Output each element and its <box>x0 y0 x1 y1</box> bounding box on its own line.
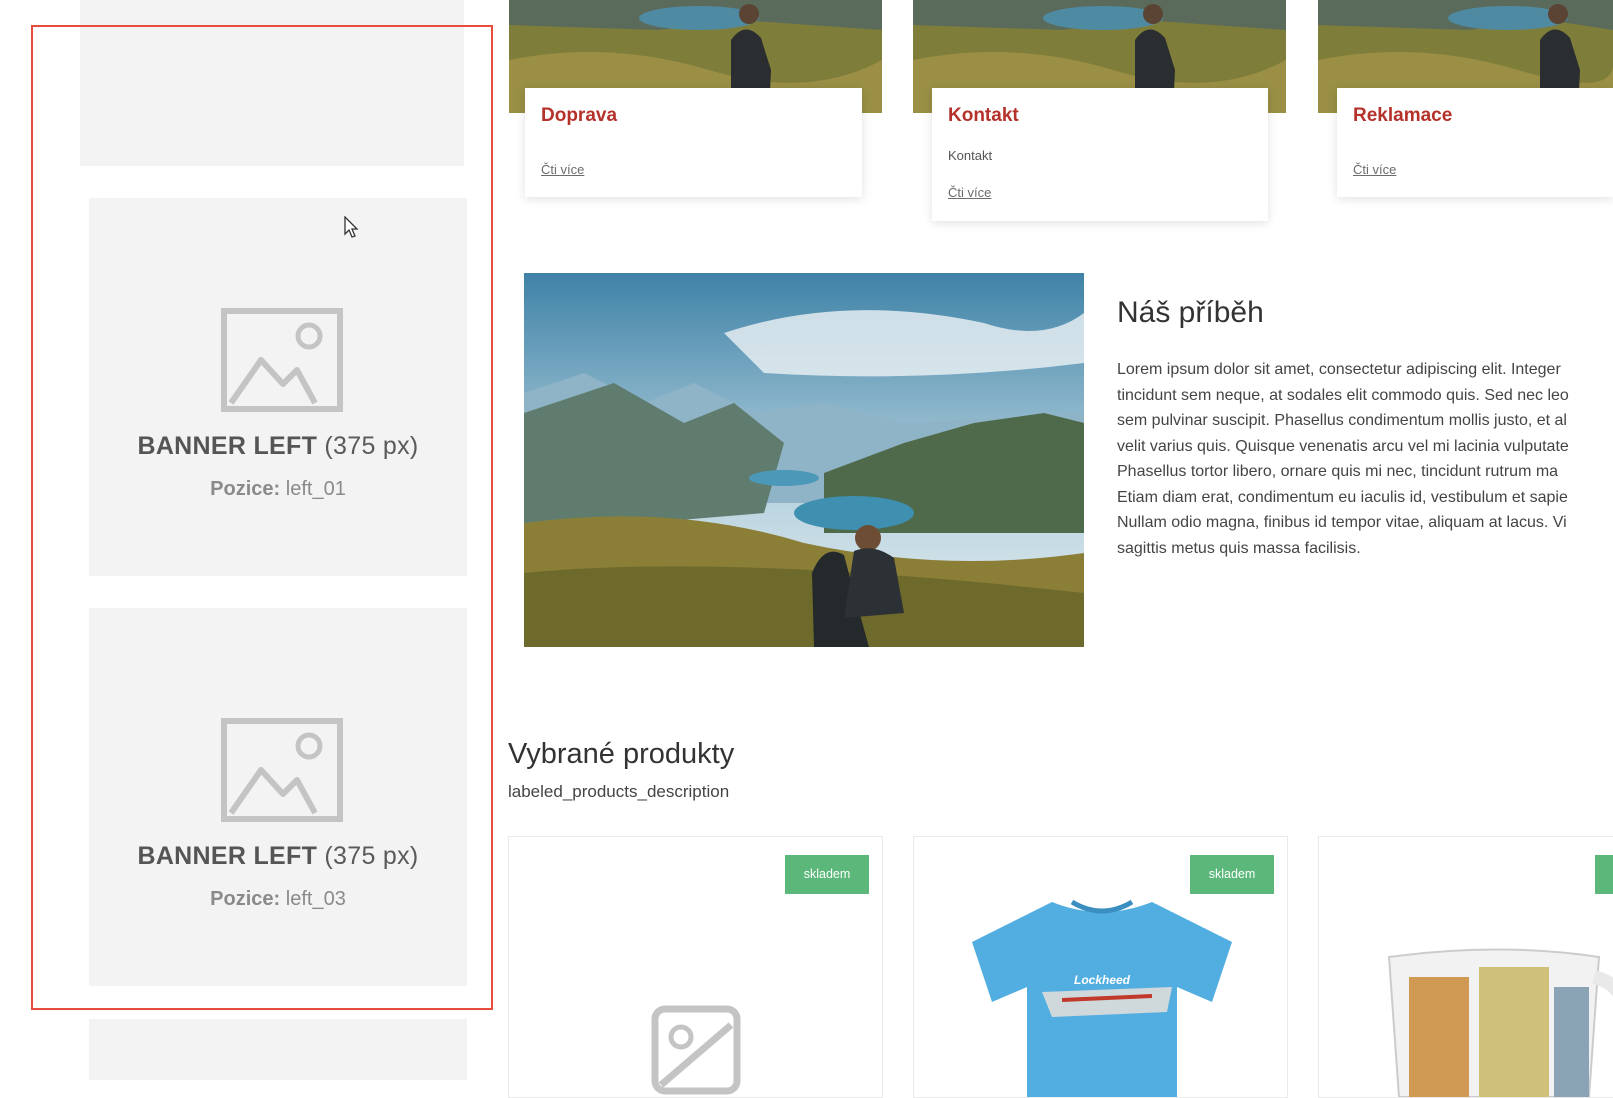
stock-badge: skladem <box>1190 855 1274 894</box>
card-title[interactable]: Reklamace <box>1353 105 1452 127</box>
read-more-link[interactable]: Čti více <box>541 162 584 177</box>
story-image <box>524 273 1084 647</box>
story-line: sagittis metus quis massa facilisis. <box>1117 539 1361 557</box>
product-card[interactable]: skladem <box>508 836 883 1098</box>
card-title[interactable]: Kontakt <box>948 105 1019 127</box>
story-line: Lorem ipsum dolor sit amet, consectetur … <box>1117 361 1561 378</box>
mug-product-image <box>1387 948 1613 1097</box>
info-card-reklamace[interactable]: Reklamace Čti více <box>1337 88 1613 197</box>
story-line: Nullam odio magna, finibus id tempor vit… <box>1117 514 1567 531</box>
product-card[interactable] <box>1318 836 1613 1098</box>
banner-bottom-partial[interactable] <box>89 1019 467 1080</box>
card-title[interactable]: Doprava <box>541 105 617 127</box>
selection-highlight-frame <box>31 25 493 1010</box>
read-more-link[interactable]: Čti více <box>948 185 991 200</box>
story-line: velit varius quis. Quisque venenatis arc… <box>1117 437 1569 455</box>
info-card-doprava[interactable]: Doprava Čti více <box>525 88 862 197</box>
product-card[interactable]: skladem Lockheed <box>913 836 1288 1098</box>
stock-badge <box>1595 855 1613 894</box>
info-card-kontakt[interactable]: Kontakt Kontakt Čti více <box>932 88 1268 221</box>
mouse-pointer-icon <box>344 216 359 238</box>
story-line: Phasellus tortor libero, ornare quis mi … <box>1117 463 1559 480</box>
tshirt-product-image: Lockheed <box>972 899 1232 1097</box>
image-placeholder-icon <box>651 1005 741 1095</box>
story-line: Etiam diam erat, condimentum eu iaculis … <box>1117 488 1568 506</box>
card-subtitle: Kontakt <box>948 148 993 163</box>
stock-badge: skladem <box>785 855 869 894</box>
svg-text:Lockheed: Lockheed <box>1074 973 1131 987</box>
story-line: tincidunt sem neque, at sodales elit com… <box>1117 386 1569 404</box>
story-text: Lorem ipsum dolor sit amet, consectetur … <box>1117 357 1613 561</box>
read-more-link[interactable]: Čti více <box>1353 162 1396 177</box>
products-section-title: Vybrané produkty <box>508 738 735 770</box>
story-line: sem pulvinar suscipit. Phasellus condime… <box>1117 412 1567 429</box>
products-section-description: labeled_products_description <box>508 782 730 801</box>
mountain-lake-photo <box>524 273 1084 647</box>
story-title: Náš příběh <box>1117 296 1264 329</box>
